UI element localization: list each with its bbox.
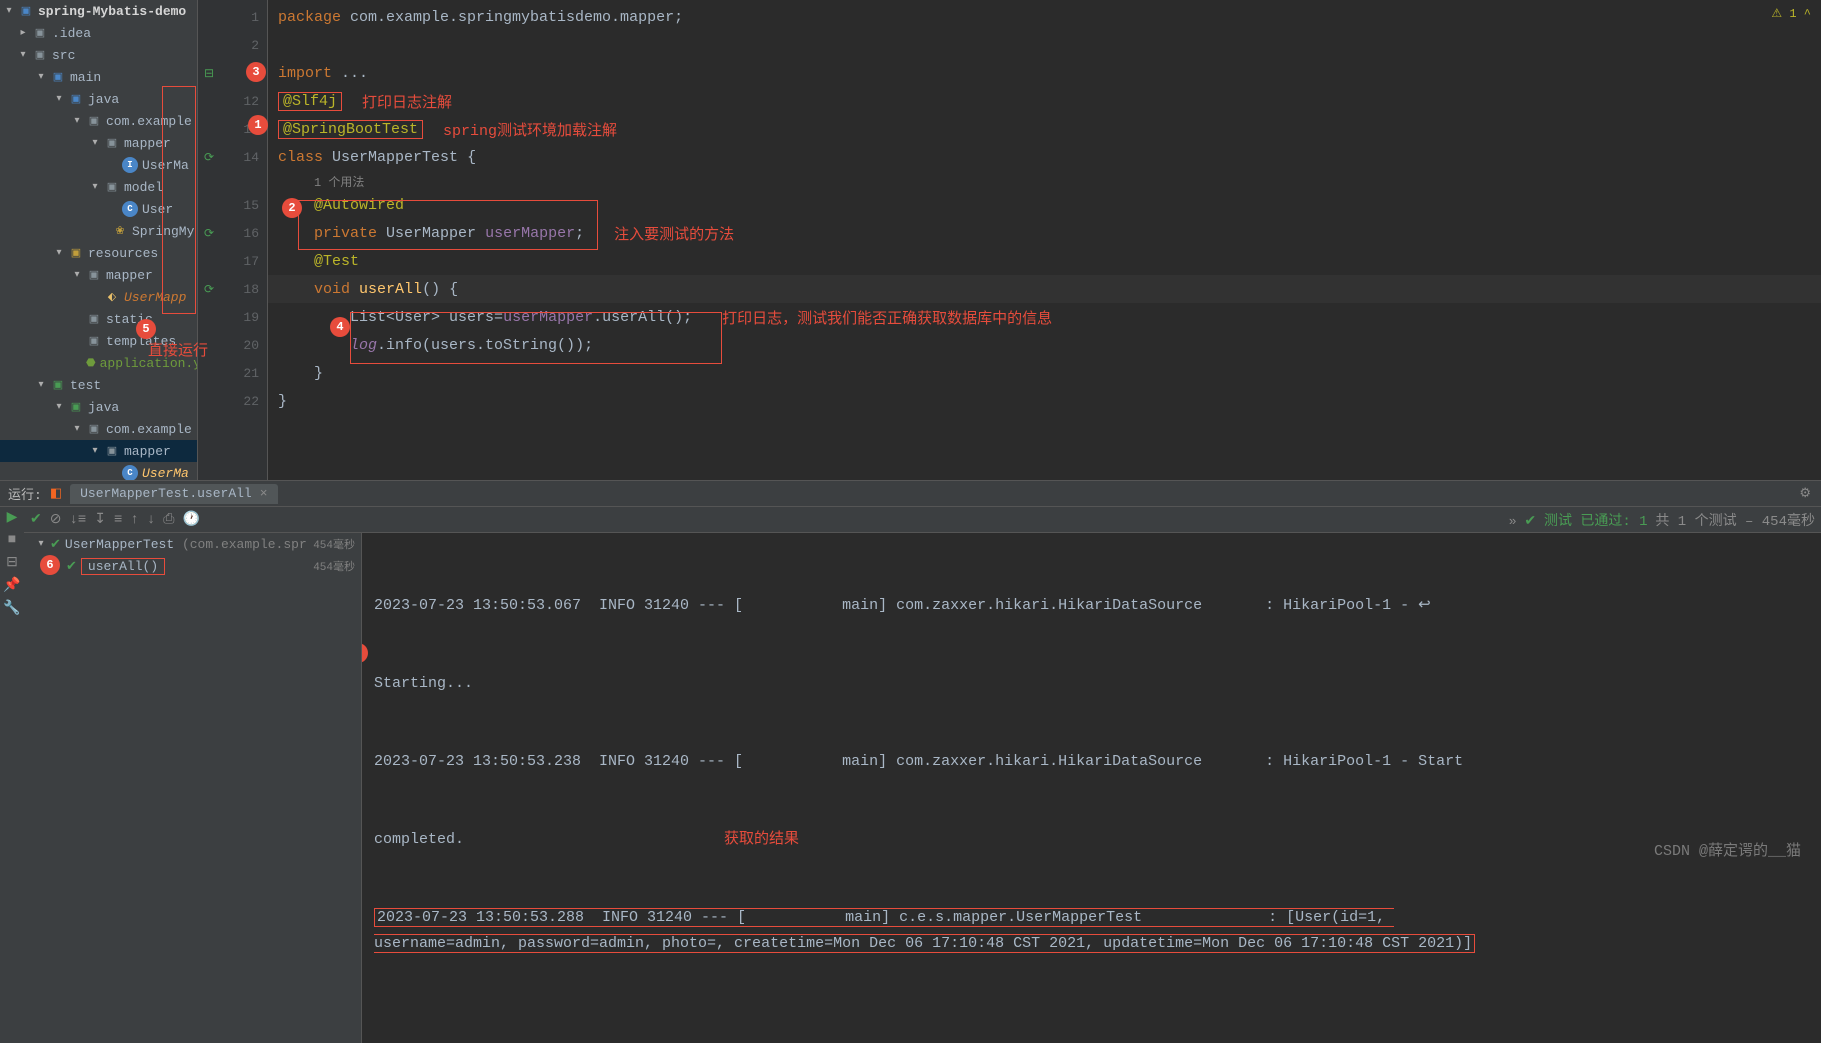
layout-icon[interactable]: ⊟ [6,554,18,571]
folder-icon: ▣ [32,47,48,63]
tree-user[interactable]: CUser [0,198,197,220]
code-area[interactable]: ⚠ 1 ^ package com.example.springmybatisd… [268,0,1821,480]
inspection-badge[interactable]: ⚠ 1 ^ [1771,6,1811,21]
tree-model[interactable]: ▾▣model [0,176,197,198]
project-root[interactable]: ▾▣spring-Mybatis-demo [0,0,197,22]
run-test-icon[interactable]: ⟳ [204,282,214,297]
history-icon[interactable]: 🕐 [182,511,199,528]
folder-icon: ▣ [50,377,66,393]
annotation-label: 直接运行 [148,339,208,360]
project-tree[interactable]: ▾▣spring-Mybatis-demo ▸▣.idea ▾▣src ▾▣ma… [0,0,198,480]
package-icon: ▣ [86,421,102,437]
folder-icon: ▣ [86,311,102,327]
package-icon: ▣ [104,135,120,151]
annotation-label: 注入要测试的方法 [614,223,734,244]
annotation-label: 打印日志注解 [362,91,452,112]
expand-icon[interactable]: ↧ [94,511,106,528]
run-test-icon[interactable]: ⟳ [204,226,214,241]
tree-mapper[interactable]: ▾▣mapper [0,132,197,154]
resources-icon: ▣ [68,245,84,261]
folder-icon: ▣ [68,399,84,415]
test-icon: ◧ [50,486,62,501]
editor[interactable]: 1 2 ⊟3 12 13 ⟳14 15 ⟳16 17 ⟳18 19 20 21 … [198,0,1821,480]
tree-mapper-res[interactable]: ▾▣mapper [0,264,197,286]
check-icon[interactable]: ✔ [30,511,42,528]
pin-icon[interactable]: 📌 [3,577,20,594]
console-output[interactable]: 2023-07-23 13:50:53.067 INFO 31240 --- [… [362,533,1821,1043]
interface-icon: I [122,157,138,173]
run-label: 运行: [0,484,50,503]
tree-test-java[interactable]: ▾▣java [0,396,197,418]
folder-icon: ▣ [86,333,102,349]
run-panel: 运行: ◧ UserMapperTest.userAll× ⚙ ▶ ■ ⊟ 📌 … [0,480,1821,1043]
annotation-label: spring测试环境加载注解 [443,119,617,140]
tree-resources[interactable]: ▾▣resources [0,242,197,264]
rerun-icon[interactable]: ▶ [7,509,18,526]
test-root[interactable]: ▾✔UserMapperTest (com.example.spr454毫秒 [24,533,361,555]
tree-usermapper-test[interactable]: CUserMa [0,462,197,480]
run-class-icon[interactable]: ⟳ [204,150,214,165]
tree-static[interactable]: ▣static [0,308,197,330]
tree-springmy[interactable]: ❀SpringMy [0,220,197,242]
slf4j-annotation: @Slf4j [278,92,342,111]
run-tab[interactable]: UserMapperTest.userAll× [70,484,277,504]
gear-icon[interactable]: ⚙ [1799,486,1811,501]
watermark: CSDN @薛定谔的__猫 [1654,839,1801,860]
tree-java[interactable]: ▾▣java [0,88,197,110]
folder-icon: ▣ [32,25,48,41]
package-icon: ▣ [104,443,120,459]
test-status: » ✔ 测试 已通过: 1 共 1 个测试 – 454毫秒 [1509,510,1815,530]
xml-icon: ⬖ [104,289,120,305]
next-icon[interactable]: ↓ [147,512,155,528]
bubble-3: 3 [246,62,266,82]
yaml-icon: ⬣ [86,355,96,371]
tree-test-mapper[interactable]: ▾▣mapper [0,440,197,462]
close-icon[interactable]: × [260,486,268,501]
test-toolbar: ✔ ⊘ ↓≡ ↧ ≡ ↑ ↓ ⎙ 🕐 » ✔ 测试 已通过: 1 共 1 个测试… [24,507,1821,533]
usage-hint: 1 个用法 [314,173,364,190]
bubble-2: 2 [282,198,302,218]
tree-test[interactable]: ▾▣test [0,374,197,396]
result-highlight: 2023-07-23 13:50:53.288 INFO 31240 --- [… [374,908,1475,953]
class-icon: C [122,201,138,217]
test-method[interactable]: ✔userAll()454毫秒 [24,555,361,577]
tree-usermapper-xml[interactable]: ⬖UserMapp [0,286,197,308]
stop-icon[interactable]: ■ [8,532,16,548]
tree-pkg[interactable]: ▾▣com.example [0,110,197,132]
class-icon: C [122,465,138,480]
collapse-icon[interactable]: ≡ [114,512,122,528]
export-icon[interactable]: ⎙ [163,512,174,528]
tree-main[interactable]: ▾▣main [0,66,197,88]
failed-icon[interactable]: ⊘ [50,511,62,528]
run-toolbar-left: ▶ ■ ⊟ 📌 🔧 [0,507,24,1043]
springboottest-annotation: @SpringBootTest [278,120,423,139]
bubble-5: 5 [136,319,156,339]
bubble-1: 1 [248,115,268,135]
folder-icon: ▣ [18,3,34,19]
spring-icon: ❀ [112,223,128,239]
test-results-tree[interactable]: ▾✔UserMapperTest (com.example.spr454毫秒 ✔… [24,533,362,1043]
wrench-icon[interactable]: 🔧 [3,600,20,617]
folder-icon: ▣ [68,91,84,107]
annotation-label: 打印日志，测试我们能否正确获取数据库中的信息 [722,307,1052,328]
folder-icon: ▣ [50,69,66,85]
package-icon: ▣ [104,179,120,195]
folder-icon: ▣ [86,267,102,283]
annotation-label: 获取的结果 [724,831,799,848]
package-icon: ▣ [86,113,102,129]
prev-icon[interactable]: ↑ [130,512,138,528]
tree-usermapper[interactable]: IUserMa [0,154,197,176]
bubble-4: 4 [330,317,350,337]
sort-icon[interactable]: ↓≡ [69,512,86,528]
tree-src[interactable]: ▾▣src [0,44,197,66]
tree-idea[interactable]: ▸▣.idea [0,22,197,44]
fold-icon[interactable]: ⊟ [204,66,214,81]
bubble-7: 7 [362,643,368,663]
tree-test-pkg[interactable]: ▾▣com.example [0,418,197,440]
bubble-6: 6 [40,555,60,575]
